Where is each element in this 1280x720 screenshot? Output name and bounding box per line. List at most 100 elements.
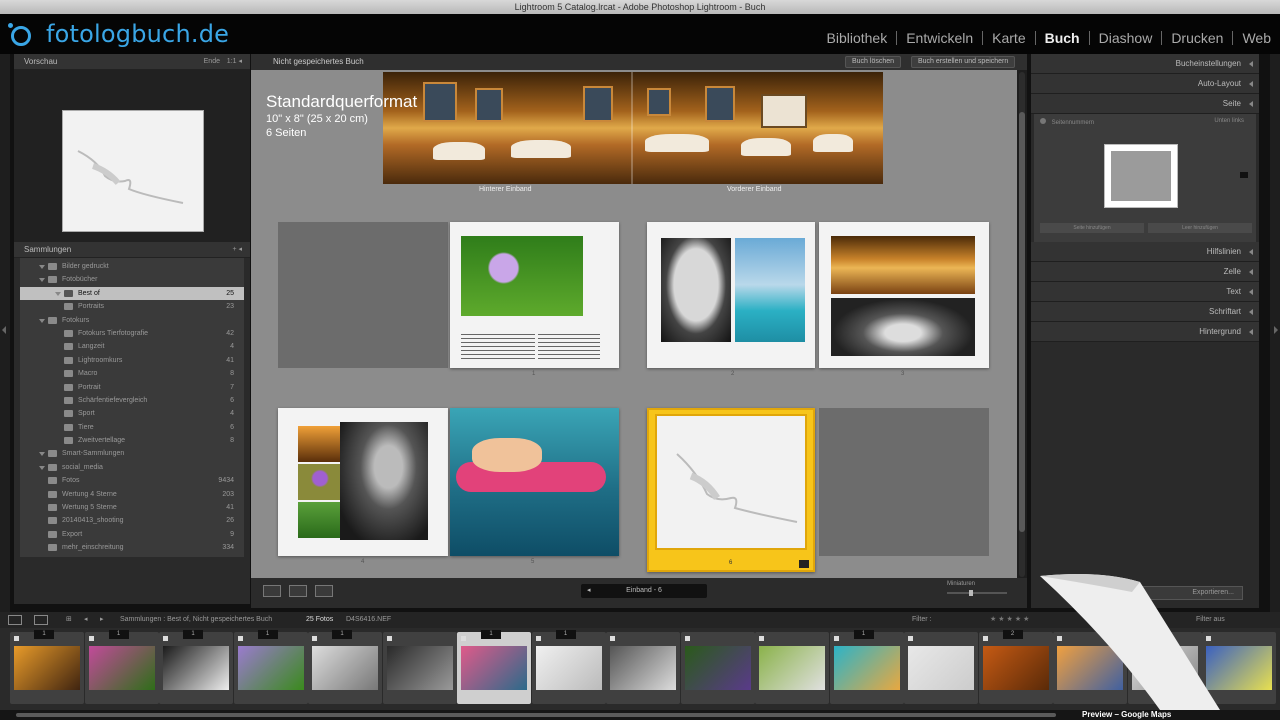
clear-book-button[interactable]: Buch löschen <box>845 56 902 68</box>
add-page-button[interactable]: Seite hinzufügen <box>1040 223 1144 233</box>
collapse-triangle-icon[interactable] <box>1249 81 1253 87</box>
book-page-3[interactable] <box>819 222 989 368</box>
collection-item[interactable]: Zweitvertellage 8 <box>20 434 244 447</box>
page-navigator[interactable]: ◂ Einband - 6 <box>581 584 707 598</box>
collection-item[interactable]: Langzeit 4 <box>20 340 244 353</box>
panel-section-schriftart[interactable]: Schriftart <box>1031 302 1259 322</box>
book-page-4[interactable] <box>278 408 448 556</box>
thumbnail-image[interactable] <box>14 646 80 690</box>
filmstrip-thumbnail[interactable]: 1 <box>457 630 531 704</box>
panel-section-hintergrund[interactable]: Hintergrund <box>1031 322 1259 342</box>
book-page-1[interactable] <box>450 222 619 368</box>
collapse-triangle-icon[interactable] <box>1249 61 1253 67</box>
boy-portrait-photo[interactable] <box>661 238 731 342</box>
pick-flag-icon[interactable] <box>684 636 690 641</box>
collection-item[interactable]: Fotos 9434 <box>20 474 244 487</box>
thumbnail-image[interactable] <box>535 646 602 690</box>
preview-zoom-icons[interactable]: 1:1 ◂ <box>227 54 242 70</box>
module-buch[interactable]: Buch <box>1034 31 1089 45</box>
collection-item[interactable]: Macro 8 <box>20 367 244 380</box>
filmstrip-thumbnail[interactable]: 2 <box>978 630 1053 704</box>
collapse-triangle-icon[interactable] <box>1249 309 1253 315</box>
thumbnail-image[interactable] <box>312 646 378 690</box>
collapse-triangle-icon[interactable] <box>1249 329 1253 335</box>
pick-flag-icon[interactable] <box>535 636 541 641</box>
collection-item[interactable]: Wertung 5 Sterne 41 <box>20 501 244 514</box>
collapse-triangle-icon[interactable] <box>1249 289 1253 295</box>
module-web[interactable]: Web <box>1232 31 1280 45</box>
thumbnail-image[interactable] <box>759 646 825 690</box>
disclosure-triangle-icon[interactable] <box>39 278 45 283</box>
filmstrip-thumbnail[interactable] <box>1053 632 1127 704</box>
filmstrip-thumbnail[interactable]: 1 <box>10 630 84 704</box>
disclosure-triangle-icon[interactable] <box>39 265 45 269</box>
selected-file[interactable]: D4S6416.NEF <box>346 612 391 628</box>
text-block[interactable] <box>538 334 600 360</box>
pick-flag-icon[interactable] <box>1131 636 1137 641</box>
bird-photo[interactable] <box>298 502 342 538</box>
thumbnail-image[interactable] <box>461 646 527 690</box>
workspace-scrollbar[interactable] <box>1019 72 1025 577</box>
module-karte[interactable]: Karte <box>982 31 1034 45</box>
preview-panel-header[interactable]: Vorschau Ende 1:1 ◂ <box>14 54 250 70</box>
module-drucken[interactable]: Drucken <box>1161 31 1232 45</box>
pick-flag-icon[interactable] <box>1057 636 1062 641</box>
disclosure-triangle-icon[interactable] <box>39 318 45 323</box>
pick-flag-icon[interactable] <box>982 636 988 641</box>
book-cover-spread[interactable] <box>383 72 883 184</box>
filmstrip-thumbnail[interactable] <box>606 632 680 704</box>
pick-flag-icon[interactable] <box>312 636 317 641</box>
collection-item[interactable]: Smart-Sammlungen <box>20 447 244 460</box>
collection-item[interactable]: Portraits 23 <box>20 300 244 313</box>
filmstrip-thumbnail[interactable] <box>755 632 829 704</box>
restaurant-photo[interactable] <box>831 236 975 294</box>
page-numbers-option[interactable]: Seitennummern <box>1052 120 1094 126</box>
save-book-button[interactable]: Buch erstellen und speichern <box>911 56 1016 68</box>
collection-item[interactable]: Portrait 7 <box>20 381 244 394</box>
previous-page-icon[interactable]: ◂ <box>587 584 591 598</box>
disclosure-triangle-icon[interactable] <box>39 452 45 457</box>
collection-item[interactable]: Bilder gedruckt <box>20 260 244 273</box>
thumbnail-image[interactable] <box>610 646 676 690</box>
panel-section-text[interactable]: Text <box>1031 282 1259 302</box>
pick-flag-icon[interactable] <box>237 636 243 641</box>
thumbnail-image[interactable] <box>1057 646 1123 690</box>
collection-item[interactable]: Export 9 <box>20 528 244 541</box>
page-options-icon[interactable] <box>799 560 809 568</box>
right-panel-toggle[interactable] <box>1270 54 1280 612</box>
multi-page-view-icon[interactable] <box>263 585 281 597</box>
filmstrip-thumbnail[interactable]: 1 <box>159 630 233 704</box>
preview-zoom-control[interactable]: Ende <box>204 54 220 70</box>
module-entwickeln[interactable]: Entwickeln <box>896 31 982 45</box>
add-blank-button[interactable]: Leer hinzufügen <box>1148 223 1252 233</box>
single-page-view-icon[interactable] <box>315 585 333 597</box>
collapse-triangle-icon[interactable] <box>1249 101 1253 107</box>
pick-flag-icon[interactable] <box>14 636 19 641</box>
collection-item[interactable]: Wertung 4 Sterne 203 <box>20 488 244 501</box>
collection-item[interactable]: Best of 25 <box>20 286 244 301</box>
collection-item[interactable]: Fotobücher <box>20 273 244 286</box>
module-diashow[interactable]: Diashow <box>1088 31 1162 45</box>
pick-flag-icon[interactable] <box>163 636 168 641</box>
book-page-5[interactable] <box>450 408 619 556</box>
panel-section-auto-layout[interactable]: Auto-Layout <box>1031 74 1259 94</box>
panel-section-seite[interactable]: Seite <box>1031 94 1259 114</box>
panel-section-bucheinstellungen[interactable]: Bucheinstellungen <box>1031 54 1259 74</box>
thumbnail-image[interactable] <box>982 646 1049 690</box>
page-canvas[interactable]: Hinterer Einband Vorderer Einband Standa… <box>251 70 1017 578</box>
thumbnail-image[interactable] <box>88 646 155 690</box>
page-numbers-position[interactable]: Unten links <box>1214 118 1244 124</box>
pick-flag-icon[interactable] <box>833 636 839 641</box>
book-page-6-selected[interactable]: 6 <box>647 408 815 572</box>
collection-item[interactable]: Lightroomkurs 41 <box>20 354 244 367</box>
thumbnail-image[interactable] <box>684 646 751 690</box>
layout-picker-icon[interactable] <box>1240 172 1248 178</box>
thumbnail-image[interactable] <box>386 646 453 690</box>
filmstrip-thumbnail[interactable] <box>382 632 457 704</box>
filmstrip-thumbnail[interactable] <box>680 632 755 704</box>
thumbnail-image[interactable] <box>163 646 229 690</box>
toggle-icon[interactable] <box>1040 118 1046 124</box>
gorilla-photo[interactable] <box>340 422 428 540</box>
filmstrip-thumbnail[interactable]: 1 <box>308 630 382 704</box>
thumbnail-image[interactable] <box>1131 646 1198 690</box>
